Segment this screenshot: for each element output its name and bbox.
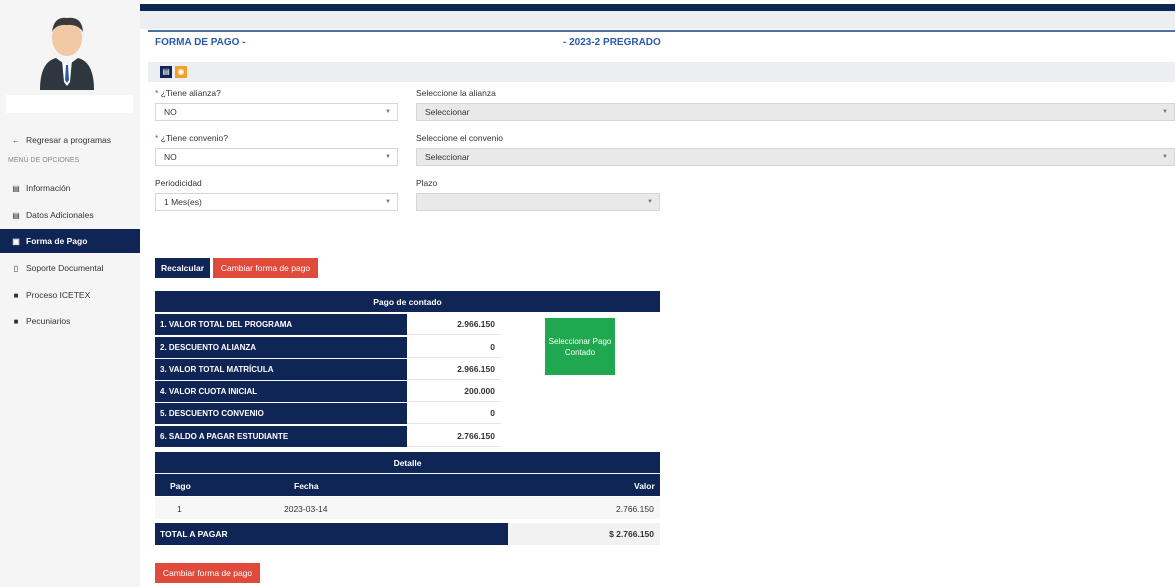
column-header-valor: Valor [634, 481, 655, 491]
back-to-programs-link[interactable]: ← Regresar a programas [0, 128, 140, 152]
table-row-label: 4. VALOR CUOTA INICIAL [155, 381, 407, 402]
alianza-dropdown[interactable]: Seleccionar ▼ [416, 103, 1175, 121]
chevron-down-icon: ▼ [385, 109, 391, 115]
periodicidad-label: Periodicidad [155, 178, 202, 188]
sidebar-item-label: Proceso ICETEX [26, 290, 91, 300]
convenio-dropdown[interactable]: Seleccionar ▼ [416, 148, 1175, 166]
user-avatar-icon [40, 17, 94, 90]
chevron-down-icon: ▼ [385, 154, 391, 160]
top-bar [140, 4, 1175, 11]
table-row-label: 3. VALOR TOTAL MATRÍCULA [155, 359, 407, 380]
convenio-field-label: * ¿Tiene convenio? [155, 133, 228, 143]
periodicidad-select[interactable]: 1 Mes(es) ▼ [155, 193, 398, 211]
sidebar: ← Regresar a programas MENÚ DE OPCIONES … [0, 0, 140, 587]
chevron-down-icon: ▼ [1162, 109, 1168, 115]
icon-toolbar [148, 62, 1175, 82]
seleccionar-pago-contado-button[interactable]: Seleccionar Pago Contado [545, 318, 615, 375]
cambiar-forma-pago-bottom-button[interactable]: Cambiar forma de pago [155, 563, 260, 583]
id-card-icon: ▤ [12, 183, 20, 193]
recalcular-button[interactable]: Recalcular [155, 258, 210, 278]
required-mark: * [155, 88, 159, 98]
sidebar-item-pecuniarios[interactable]: ■ Pecuniarios [0, 309, 140, 333]
header-divider [148, 30, 1175, 32]
sidebar-item-proceso-icetex[interactable]: ■ Proceso ICETEX [0, 283, 140, 307]
sel-alianza-label: Seleccione la alianza [416, 88, 496, 98]
period-title: - 2023-2 PREGRADO [563, 37, 661, 48]
document-icon[interactable]: ▤ [160, 66, 172, 78]
detalle-fecha-cell: 2023-03-14 [284, 504, 328, 514]
plazo-label: Plazo [416, 178, 438, 188]
detalle-columns-header [155, 474, 660, 496]
page-title: FORMA DE PAGO - [155, 37, 246, 48]
alianza-select[interactable]: NO ▼ [155, 103, 398, 121]
plazo-select[interactable]: ▼ [416, 193, 660, 211]
back-label: Regresar a programas [26, 135, 112, 145]
chevron-down-icon: ▼ [385, 199, 391, 205]
chevron-down-icon: ▼ [647, 199, 653, 205]
menu-caption: MENÚ DE OPCIONES [8, 157, 80, 164]
sel-convenio-value: Seleccionar [425, 152, 470, 162]
periodicidad-value: 1 Mes(es) [164, 197, 202, 207]
alianza-value: NO [164, 107, 177, 117]
table-row-label: 6. SALDO A PAGAR ESTUDIANTE [155, 426, 407, 447]
user-name-box [6, 95, 133, 113]
document-icon: ▯ [13, 263, 19, 273]
id-card-icon: ▤ [12, 210, 20, 220]
required-mark: * [155, 133, 159, 143]
convenio-select[interactable]: NO ▼ [155, 148, 398, 166]
table-row-label: 2. DESCUENTO ALIANZA [155, 337, 407, 358]
table-row-label: 5. DESCUENTO CONVENIO [155, 403, 407, 424]
sidebar-item-label: Pecuniarios [26, 316, 71, 326]
sidebar-item-forma-de-pago[interactable]: ▣ Forma de Pago [0, 229, 140, 253]
table-row [155, 497, 660, 519]
sidebar-item-informacion[interactable]: ▤ Información [0, 176, 140, 200]
chevron-down-icon: ▼ [1162, 154, 1168, 160]
top-gray-band [140, 11, 1175, 29]
folder-icon: ■ [13, 290, 19, 300]
detalle-valor-cell: 2.766.150 [616, 504, 654, 514]
rss-icon[interactable]: ◉ [175, 66, 187, 78]
sidebar-item-label: Soporte Documental [26, 263, 104, 273]
detalle-table-header: Detalle [155, 452, 660, 473]
column-header-fecha: Fecha [294, 481, 319, 491]
table-row-value: 0 [407, 403, 501, 424]
table-row-value: 200.000 [407, 381, 501, 402]
cambiar-forma-pago-button[interactable]: Cambiar forma de pago [213, 258, 318, 278]
sidebar-item-label: Información [26, 183, 71, 193]
contado-table-header: Pago de contado [155, 291, 660, 312]
table-row-value: 2.966.150 [407, 314, 501, 335]
sel-convenio-label: Seleccione el convenio [416, 133, 503, 143]
table-row-value: 0 [407, 337, 501, 358]
payment-card-icon: ▣ [12, 236, 20, 246]
table-row-value: 2.966.150 [407, 359, 501, 380]
alianza-field-label: * ¿Tiene alianza? [155, 88, 221, 98]
table-row-label: 1. VALOR TOTAL DEL PROGRAMA [155, 314, 407, 335]
detalle-pago-cell: 1 [177, 504, 182, 514]
alianza-label-text: ¿Tiene alianza? [160, 88, 221, 98]
sidebar-item-soporte-documental[interactable]: ▯ Soporte Documental [0, 256, 140, 280]
folder-icon: ■ [13, 316, 19, 326]
convenio-value: NO [164, 152, 177, 162]
sidebar-item-label: Forma de Pago [26, 236, 88, 246]
column-header-pago: Pago [170, 481, 191, 491]
sidebar-item-datos-adicionales[interactable]: ▤ Datos Adicionales [0, 203, 140, 227]
table-row-value: 2.766.150 [407, 426, 501, 447]
total-a-pagar-label: TOTAL A PAGAR [155, 523, 508, 545]
sel-alianza-value: Seleccionar [425, 107, 470, 117]
total-a-pagar-value: $ 2.766.150 [508, 523, 660, 545]
sidebar-item-label: Datos Adicionales [26, 210, 94, 220]
arrow-left-icon: ← [12, 135, 20, 145]
convenio-label-text: ¿Tiene convenio? [160, 133, 228, 143]
